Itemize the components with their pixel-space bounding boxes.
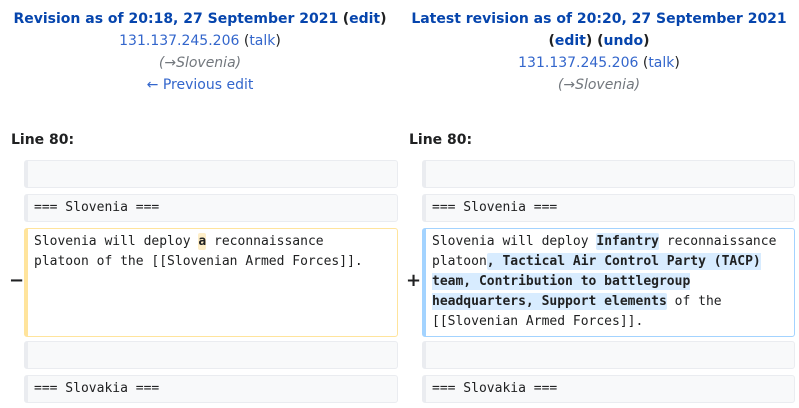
left-section-name: Slovenia bbox=[176, 55, 236, 71]
left-section-arrow-link[interactable]: → bbox=[164, 55, 176, 71]
right-section-arrow-link[interactable]: → bbox=[563, 77, 575, 93]
undo-link[interactable]: undo bbox=[604, 33, 644, 49]
right-context-empty-bottom bbox=[422, 341, 795, 369]
left-user-link[interactable]: 131.137.245.206 bbox=[119, 33, 239, 49]
added-line: Slovenia will deploy Infantry reconnaiss… bbox=[422, 228, 795, 337]
right-revision-header: Latest revision as of 20:20, 27 Septembe… bbox=[400, 8, 798, 96]
right-section-name: Slovenia bbox=[575, 77, 635, 93]
left-revision-title: Revision as of 20:18, 27 September 2021 … bbox=[13, 11, 387, 27]
right-context-empty-top bbox=[422, 160, 795, 188]
right-context-heading-slovenia: === Slovenia === bbox=[422, 194, 795, 222]
right-edit-link[interactable]: edit bbox=[555, 33, 586, 49]
deletion-marker: − bbox=[9, 270, 25, 291]
left-context-empty-top bbox=[24, 160, 398, 188]
right-edit-summary: (→Slovenia) bbox=[557, 77, 641, 93]
left-context-heading-slovakia: === Slovakia === bbox=[24, 375, 398, 403]
deleted-line: Slovenia will deploy a reconnaissance pl… bbox=[24, 228, 398, 337]
right-action-links: (edit) (undo) bbox=[548, 33, 650, 49]
right-line-number: Line 80: bbox=[409, 132, 473, 148]
deleted-text-before: Slovenia will deploy bbox=[34, 234, 199, 249]
right-user-line: 131.137.245.206 (talk) bbox=[518, 55, 680, 71]
left-user-line: 131.137.245.206 (talk) bbox=[119, 33, 281, 49]
left-line-number: Line 80: bbox=[11, 132, 75, 148]
right-context-heading-slovakia: === Slovakia === bbox=[422, 375, 795, 403]
right-user-link[interactable]: 131.137.245.206 bbox=[518, 55, 638, 71]
left-context-empty-bottom bbox=[24, 341, 398, 369]
left-edit-summary: (→Slovenia) bbox=[158, 55, 242, 71]
addition-marker: + bbox=[406, 270, 422, 291]
left-talk-link[interactable]: talk bbox=[249, 33, 275, 49]
inserted-word-infantry: Infantry bbox=[596, 233, 659, 250]
left-revision-header: Revision as of 20:18, 27 September 2021 … bbox=[0, 8, 400, 96]
left-edit-link[interactable]: edit bbox=[349, 11, 380, 27]
previous-edit-link[interactable]: ← Previous edit bbox=[147, 77, 254, 93]
left-revision-link[interactable]: Revision as of 20:18, 27 September 2021 bbox=[13, 11, 338, 27]
right-revision-title: Latest revision as of 20:20, 27 Septembe… bbox=[400, 8, 798, 30]
added-text-before: Slovenia will deploy bbox=[432, 234, 597, 249]
right-revision-link[interactable]: Latest revision as of 20:20, 27 Septembe… bbox=[411, 11, 786, 27]
left-context-heading-slovenia: === Slovenia === bbox=[24, 194, 398, 222]
right-talk-link[interactable]: talk bbox=[648, 55, 674, 71]
